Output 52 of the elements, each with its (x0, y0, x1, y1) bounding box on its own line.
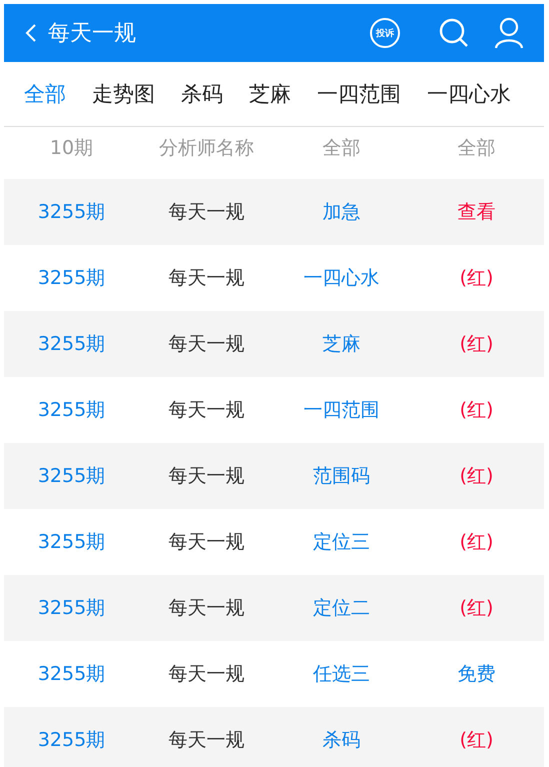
period-cell-text: 3255期 (36, 596, 106, 621)
page-title: 每天一规 (48, 20, 136, 48)
result-link[interactable]: (红) (409, 529, 544, 555)
category-cell-text: 加急 (322, 200, 362, 225)
period-cell-text: 3255期 (36, 662, 106, 687)
category-cell-text: 一四范围 (302, 398, 380, 423)
back-icon (24, 22, 38, 44)
period-cell-text: 3255期 (36, 398, 106, 423)
analyst-cell-text: 每天一规 (168, 398, 246, 423)
category-tab[interactable]: 走势图 (92, 80, 155, 108)
category-cell-text: 芝麻 (322, 332, 362, 357)
period-cell-text: 3255期 (36, 332, 106, 357)
result-link[interactable]: (红) (409, 331, 544, 357)
period-cell-text: 3255期 (36, 200, 106, 225)
category-tab[interactable]: 一四范围 (317, 80, 401, 108)
category-tab[interactable]: 芝麻 (249, 80, 291, 108)
category-tab[interactable]: 杀码 (181, 80, 223, 108)
category-cell-text: 范围码 (312, 464, 371, 489)
analyst-cell-text: 每天一规 (168, 464, 246, 489)
period-cell-text: 3255期 (36, 530, 106, 555)
analyst-cell-text: 每天一规 (168, 266, 246, 291)
user-icon[interactable] (494, 17, 524, 49)
analyst-cell-text: 每天一规 (168, 530, 246, 555)
complaint-button[interactable]: 投诉 (370, 18, 400, 48)
column-header[interactable]: 10期 (4, 135, 139, 161)
period-cell-text: 3255期 (36, 464, 106, 489)
result-link[interactable]: 查看 (409, 199, 544, 225)
category-tab[interactable]: 全部 (24, 80, 66, 108)
category-tab[interactable]: 一四心水 (427, 80, 511, 108)
period-cell-text: 3255期 (36, 266, 106, 291)
search-icon[interactable] (438, 17, 470, 49)
column-header[interactable]: 全部 (409, 135, 544, 161)
result-link[interactable]: (红) (409, 595, 544, 621)
analyst-cell-text: 每天一规 (168, 728, 246, 753)
result-link[interactable]: (红) (409, 463, 544, 489)
category-cell-text: 杀码 (322, 728, 362, 753)
category-cell-text: 一四心水 (302, 266, 380, 291)
category-cell-text: 定位二 (312, 596, 371, 621)
result-link[interactable]: (红) (409, 727, 544, 753)
result-link[interactable]: 免费 (409, 661, 544, 687)
analyst-cell-text: 每天一规 (168, 596, 246, 621)
period-cell-text: 3255期 (36, 728, 106, 753)
category-cell-text: 定位三 (312, 530, 371, 555)
column-header[interactable]: 分析师名称 (139, 135, 274, 161)
category-cell-text: 任选三 (312, 662, 371, 687)
analyst-cell-text: 每天一规 (168, 662, 246, 687)
analyst-cell-text: 每天一规 (168, 200, 246, 225)
back-button[interactable] (24, 22, 38, 44)
analyst-cell-text: 每天一规 (168, 332, 246, 357)
column-header[interactable]: 全部 (274, 135, 409, 161)
result-link[interactable]: (红) (409, 397, 544, 423)
result-link[interactable]: (红) (409, 265, 544, 291)
